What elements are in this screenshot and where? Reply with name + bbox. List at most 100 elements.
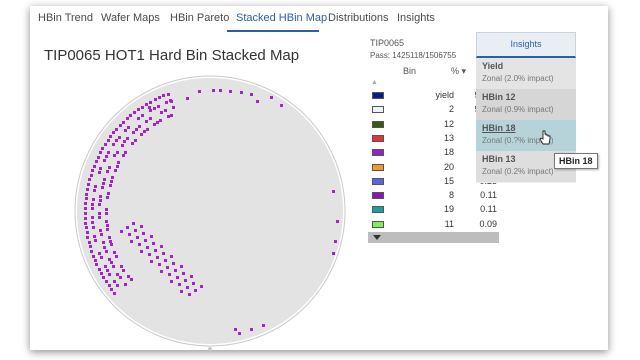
failing-die xyxy=(178,283,181,286)
failing-die xyxy=(124,129,127,132)
failing-die xyxy=(100,272,103,275)
failing-die xyxy=(137,117,140,120)
failing-die xyxy=(106,170,109,173)
insight-card-hbin-18[interactable]: HBin 18 Zonal (0.?% impact) xyxy=(476,120,576,151)
failing-die xyxy=(336,220,339,223)
failing-die xyxy=(115,255,118,258)
failing-die xyxy=(120,230,123,233)
tab-bar: HBin Trend Wafer Maps HBin Pareto Stacke… xyxy=(30,6,608,32)
failing-die xyxy=(160,270,163,273)
legend-row-bin-19[interactable]: 19 0.11 xyxy=(368,203,499,217)
failing-die xyxy=(122,121,125,124)
tab-hbin-trend[interactable]: HBin Trend xyxy=(38,12,93,24)
failing-die xyxy=(170,114,173,117)
failing-die xyxy=(94,185,97,188)
failing-die xyxy=(108,236,111,239)
failing-die xyxy=(95,263,98,266)
legend-col-pct[interactable]: % ▾ xyxy=(451,66,466,77)
failing-die xyxy=(103,246,106,249)
failing-die xyxy=(126,226,129,229)
failing-die xyxy=(102,182,105,185)
failing-die xyxy=(91,207,94,210)
scroll-up-icon[interactable]: ▲ xyxy=(371,79,378,86)
failing-die xyxy=(97,156,100,159)
failing-die xyxy=(107,139,110,142)
failing-die xyxy=(112,143,115,146)
failing-die xyxy=(332,190,335,193)
legend-scroll-bar[interactable] xyxy=(368,232,499,243)
sort-caret-icon: ▾ xyxy=(461,66,467,76)
failing-die xyxy=(158,263,161,266)
tab-distributions[interactable]: Distributions xyxy=(328,12,389,24)
insight-card-yield[interactable]: Yield Zonal (2.0% impact) xyxy=(476,58,576,89)
failing-die xyxy=(164,259,167,262)
stacked-wafer-map[interactable] xyxy=(74,70,346,352)
failing-die xyxy=(229,90,232,93)
failing-die xyxy=(135,128,138,131)
failing-die xyxy=(188,293,191,296)
failing-die xyxy=(137,108,140,111)
legend-row-bin-8[interactable]: 8 0.11 xyxy=(368,189,499,203)
insights-header[interactable]: Insights xyxy=(476,32,576,58)
failing-die xyxy=(152,242,155,245)
failing-die xyxy=(126,137,129,140)
failing-die xyxy=(170,280,173,283)
failing-die xyxy=(113,251,116,254)
failing-die xyxy=(106,224,109,227)
failing-die xyxy=(106,228,109,231)
failing-die xyxy=(134,139,137,142)
failing-die xyxy=(116,151,119,154)
failing-die xyxy=(156,256,159,259)
failing-die xyxy=(138,243,141,246)
tab-hbin-pareto[interactable]: HBin Pareto xyxy=(170,12,229,24)
tab-stacked-hbin-map[interactable]: Stacked HBin Map xyxy=(236,12,327,24)
scroll-down-icon[interactable] xyxy=(373,235,381,240)
legend-col-bin[interactable]: Bin xyxy=(403,66,416,76)
failing-die xyxy=(122,269,125,272)
failing-die xyxy=(153,107,156,110)
hand-cursor-icon xyxy=(539,130,551,145)
failing-die xyxy=(159,119,162,122)
failing-die xyxy=(105,280,108,283)
legend-pass-count: Pass: 1425118/1506755 xyxy=(370,51,457,60)
legend-bin-label: yield xyxy=(435,90,454,100)
legend-swatch xyxy=(372,177,384,185)
failing-die xyxy=(141,114,144,117)
failing-die xyxy=(145,120,148,123)
failing-die xyxy=(99,229,102,232)
failing-die xyxy=(132,131,135,134)
failing-die xyxy=(107,151,110,154)
tab-insights[interactable]: Insights xyxy=(397,12,435,24)
failing-die xyxy=(91,216,94,219)
failing-die xyxy=(172,262,175,265)
failing-die xyxy=(95,160,98,163)
failing-die xyxy=(157,105,160,108)
failing-die xyxy=(162,252,165,255)
failing-die xyxy=(160,111,163,114)
legend-swatch xyxy=(372,163,384,171)
failing-die xyxy=(142,232,145,235)
failing-die xyxy=(87,183,90,186)
failing-die xyxy=(108,284,111,287)
failing-die xyxy=(256,100,259,103)
legend-bin-label: 11 xyxy=(444,218,454,229)
tab-wafer-maps[interactable]: Wafer Maps xyxy=(101,12,160,24)
insight-card-sub: Zonal (0.9% impact) xyxy=(482,105,554,114)
failing-die xyxy=(128,233,131,236)
legend-bin-label: 12 xyxy=(443,118,454,129)
wafer-notch xyxy=(208,347,212,351)
failing-die xyxy=(165,101,168,104)
failing-die xyxy=(108,273,111,276)
legend-swatch xyxy=(372,192,384,200)
failing-die xyxy=(115,139,118,142)
failing-die xyxy=(198,90,201,93)
legend-bin-label: 13 xyxy=(443,132,454,143)
legend-swatch xyxy=(372,220,384,228)
insight-card-hbin-12[interactable]: HBin 12 Zonal (0.9% impact) xyxy=(476,89,576,120)
legend-row-bin-11[interactable]: 11 0.09 xyxy=(368,218,499,232)
failing-die xyxy=(129,114,132,117)
failing-die xyxy=(102,241,105,244)
failing-die xyxy=(172,106,175,109)
failing-die xyxy=(107,192,110,195)
failing-die xyxy=(112,265,115,268)
